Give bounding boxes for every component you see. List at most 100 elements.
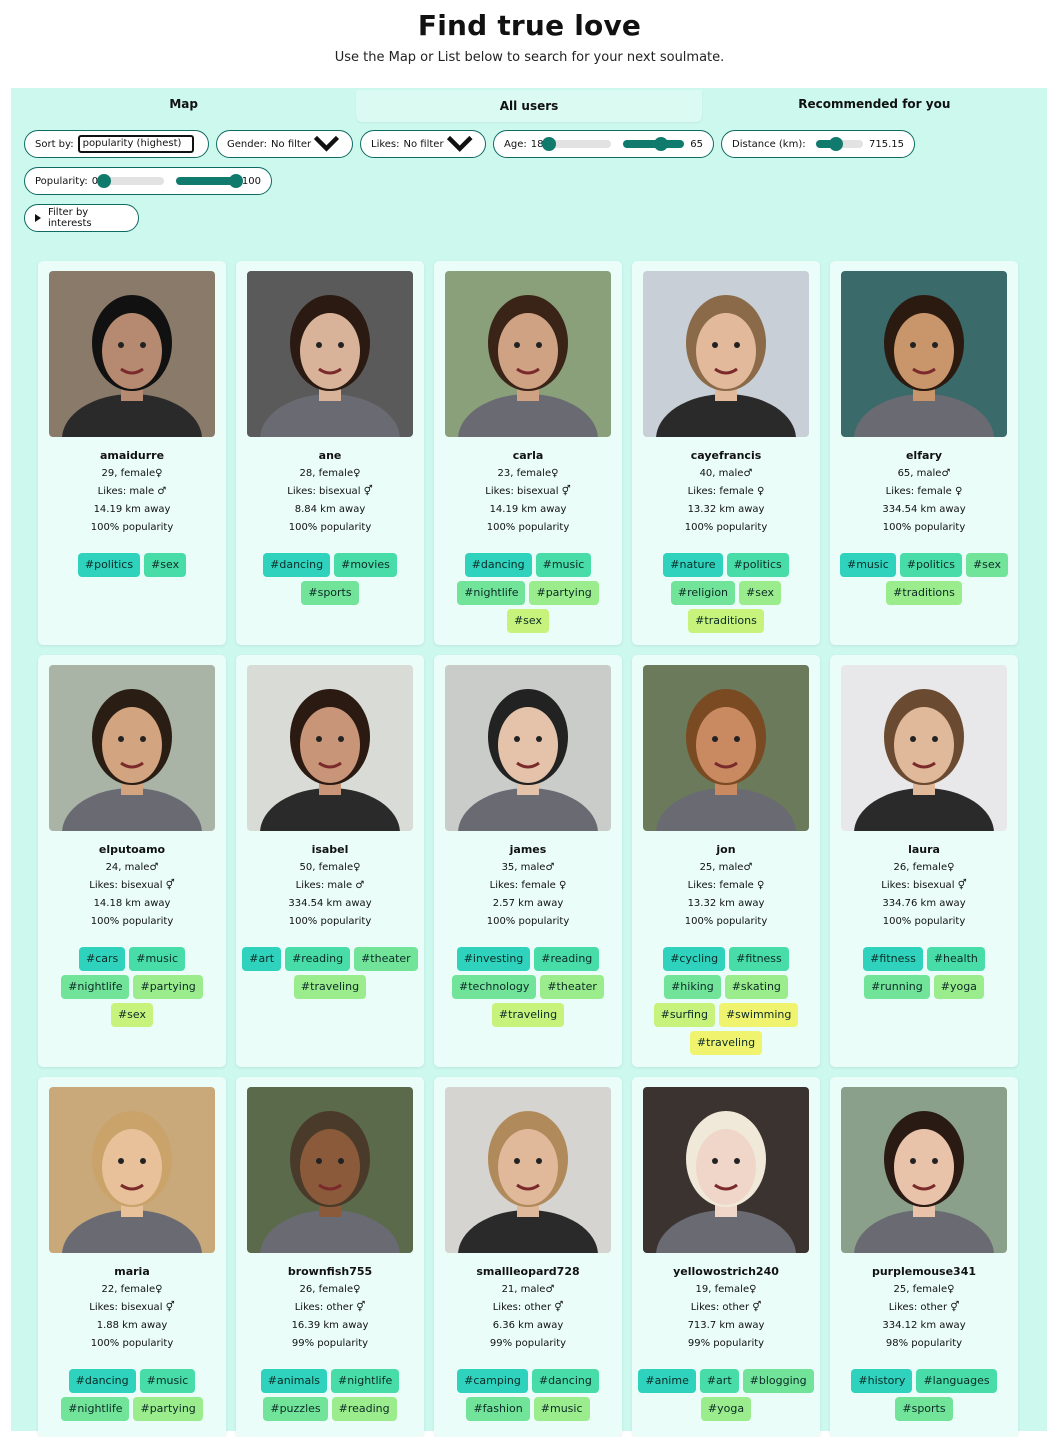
filter-by-interests-toggle[interactable]: Filter by interests: [24, 204, 139, 232]
interest-tag[interactable]: #dancing: [68, 1369, 136, 1393]
interest-tag[interactable]: #nightlife: [61, 975, 130, 999]
profile-photo[interactable]: [49, 271, 215, 437]
user-card[interactable]: elfary 65, male♂ Likes: female ♀ 334.54 km …: [830, 261, 1018, 645]
sort-select[interactable]: popularity (highest): [77, 135, 195, 153]
user-card[interactable]: cayefrancis 40, male♂ Likes: female ♀ 13.32…: [632, 261, 820, 645]
interest-tag[interactable]: #art: [699, 1369, 739, 1393]
interest-tag[interactable]: #music: [535, 553, 592, 577]
user-card[interactable]: smallleopard728 21, male♂ Likes: other ⚥ 6.…: [434, 1077, 622, 1437]
distance-handle[interactable]: [828, 137, 843, 151]
interest-tag[interactable]: #politics: [899, 553, 962, 577]
interest-tag[interactable]: #theater: [354, 947, 418, 971]
interest-tag[interactable]: #animals: [260, 1369, 327, 1393]
interest-tag[interactable]: #sports: [895, 1397, 953, 1421]
user-card[interactable]: yellowostrich240 19, female♀ Likes: other …: [632, 1077, 820, 1437]
interest-tag[interactable]: #languages: [916, 1369, 997, 1393]
user-card[interactable]: carla 23, female♀ Likes: bisexual ⚥ 14.19 k…: [434, 261, 622, 645]
interest-tag[interactable]: #traveling: [293, 975, 367, 999]
interest-tag[interactable]: #reading: [285, 947, 351, 971]
interest-tag[interactable]: #theater: [540, 975, 604, 999]
interest-tag[interactable]: #reading: [534, 947, 600, 971]
profile-photo[interactable]: [841, 1087, 1007, 1253]
popularity-min-slider[interactable]: [97, 174, 165, 188]
user-card[interactable]: amaidurre 29, female♀ Likes: male ♂ 14.19 k…: [38, 261, 226, 645]
profile-photo[interactable]: [643, 1087, 809, 1253]
profile-photo[interactable]: [247, 271, 413, 437]
interest-tag[interactable]: #cycling: [663, 947, 726, 971]
popularity-max-slider[interactable]: [176, 174, 243, 188]
interest-tag[interactable]: #fitness: [729, 947, 789, 971]
interest-tag[interactable]: #blogging: [742, 1369, 814, 1393]
profile-photo[interactable]: [247, 665, 413, 831]
interest-tag[interactable]: #surfing: [653, 1003, 715, 1027]
interest-tag[interactable]: #fashion: [466, 1397, 530, 1421]
interest-tag[interactable]: #music: [533, 1397, 590, 1421]
interest-tag[interactable]: #camping: [457, 1369, 528, 1393]
interest-tag[interactable]: #traditions: [886, 581, 962, 605]
profile-photo[interactable]: [445, 271, 611, 437]
interest-tag[interactable]: #dancing: [263, 553, 331, 577]
interest-tag[interactable]: #sex: [144, 553, 187, 577]
interest-tag[interactable]: #running: [864, 975, 930, 999]
interest-tag[interactable]: #partying: [133, 1397, 203, 1421]
likes-filter[interactable]: Likes: No filter: [360, 130, 486, 158]
interest-tag[interactable]: #sex: [506, 609, 550, 633]
interest-tag[interactable]: #sex: [110, 1003, 154, 1027]
interest-tag[interactable]: #nightlife: [61, 1397, 130, 1421]
interest-tag[interactable]: #music: [129, 947, 185, 971]
user-card[interactable]: elputoamo 24, male♂ Likes: bisexual ⚥ 14.18…: [38, 655, 226, 1067]
interest-tag[interactable]: #nature: [663, 553, 723, 577]
interest-tag[interactable]: #reading: [331, 1397, 397, 1421]
gender-filter[interactable]: Gender: No filter: [216, 130, 353, 158]
profile-photo[interactable]: [643, 665, 809, 831]
age-max-handle[interactable]: [653, 137, 668, 151]
interest-tag[interactable]: #sports: [301, 581, 359, 605]
interest-tag[interactable]: #fitness: [863, 947, 923, 971]
interest-tag[interactable]: #yoga: [933, 975, 984, 999]
user-card[interactable]: jon 25, male♂ Likes: female ♀ 13.32 km away…: [632, 655, 820, 1067]
profile-photo[interactable]: [445, 665, 611, 831]
age-min-slider[interactable]: [542, 137, 611, 151]
interest-tag[interactable]: #politics: [77, 553, 141, 577]
distance-slider[interactable]: [815, 137, 863, 151]
interest-tag[interactable]: #swimming: [718, 1003, 799, 1027]
interest-tag[interactable]: #sex: [739, 581, 782, 605]
interest-tag[interactable]: #history: [851, 1369, 913, 1393]
tab-all-users[interactable]: All users: [356, 90, 702, 122]
interest-tag[interactable]: #nightlife: [330, 1369, 400, 1393]
interest-tag[interactable]: #puzzles: [263, 1397, 328, 1421]
interest-tag[interactable]: #art: [242, 947, 282, 971]
interest-tag[interactable]: #traveling: [689, 1031, 763, 1055]
interest-tag[interactable]: #anime: [638, 1369, 696, 1393]
profile-photo[interactable]: [247, 1087, 413, 1253]
user-card[interactable]: maria 22, female♀ Likes: bisexual ⚥ 1.88 km…: [38, 1077, 226, 1437]
user-card[interactable]: james 35, male♂ Likes: female ♀ 2.57 km awa…: [434, 655, 622, 1067]
interest-tag[interactable]: #partying: [529, 581, 599, 605]
interest-tag[interactable]: #yoga: [700, 1397, 752, 1421]
interest-tag[interactable]: #dancing: [464, 553, 532, 577]
interest-tag[interactable]: #health: [926, 947, 985, 971]
user-card[interactable]: isabel 50, female♀ Likes: male ♂ 334.54 km …: [236, 655, 424, 1067]
interest-tag[interactable]: #nightlife: [457, 581, 526, 605]
interest-tag[interactable]: #technology: [452, 975, 537, 999]
user-card[interactable]: ane 28, female♀ Likes: bisexual ⚥ 8.84 km a…: [236, 261, 424, 645]
profile-photo[interactable]: [445, 1087, 611, 1253]
profile-photo[interactable]: [841, 665, 1007, 831]
interest-tag[interactable]: #cars: [78, 947, 126, 971]
age-min-handle[interactable]: [542, 137, 557, 151]
profile-photo[interactable]: [49, 665, 215, 831]
interest-tag[interactable]: #music: [840, 553, 896, 577]
profile-photo[interactable]: [643, 271, 809, 437]
popularity-max-handle[interactable]: [228, 174, 243, 188]
interest-tag[interactable]: #traditions: [688, 609, 764, 633]
popularity-min-handle[interactable]: [97, 174, 112, 188]
interest-tag[interactable]: #music: [139, 1369, 196, 1393]
user-card[interactable]: purplemouse341 25, female♀ Likes: other ⚥ 3…: [830, 1077, 1018, 1437]
interest-tag[interactable]: #investing: [456, 947, 531, 971]
user-card[interactable]: laura 26, female♀ Likes: bisexual ⚥ 334.76 …: [830, 655, 1018, 1067]
interest-tag[interactable]: #politics: [726, 553, 789, 577]
user-card[interactable]: brownfish755 26, female♀ Likes: other ⚥ 16.…: [236, 1077, 424, 1437]
age-max-slider[interactable]: [622, 137, 685, 151]
interest-tag[interactable]: #movies: [334, 553, 397, 577]
profile-photo[interactable]: [841, 271, 1007, 437]
